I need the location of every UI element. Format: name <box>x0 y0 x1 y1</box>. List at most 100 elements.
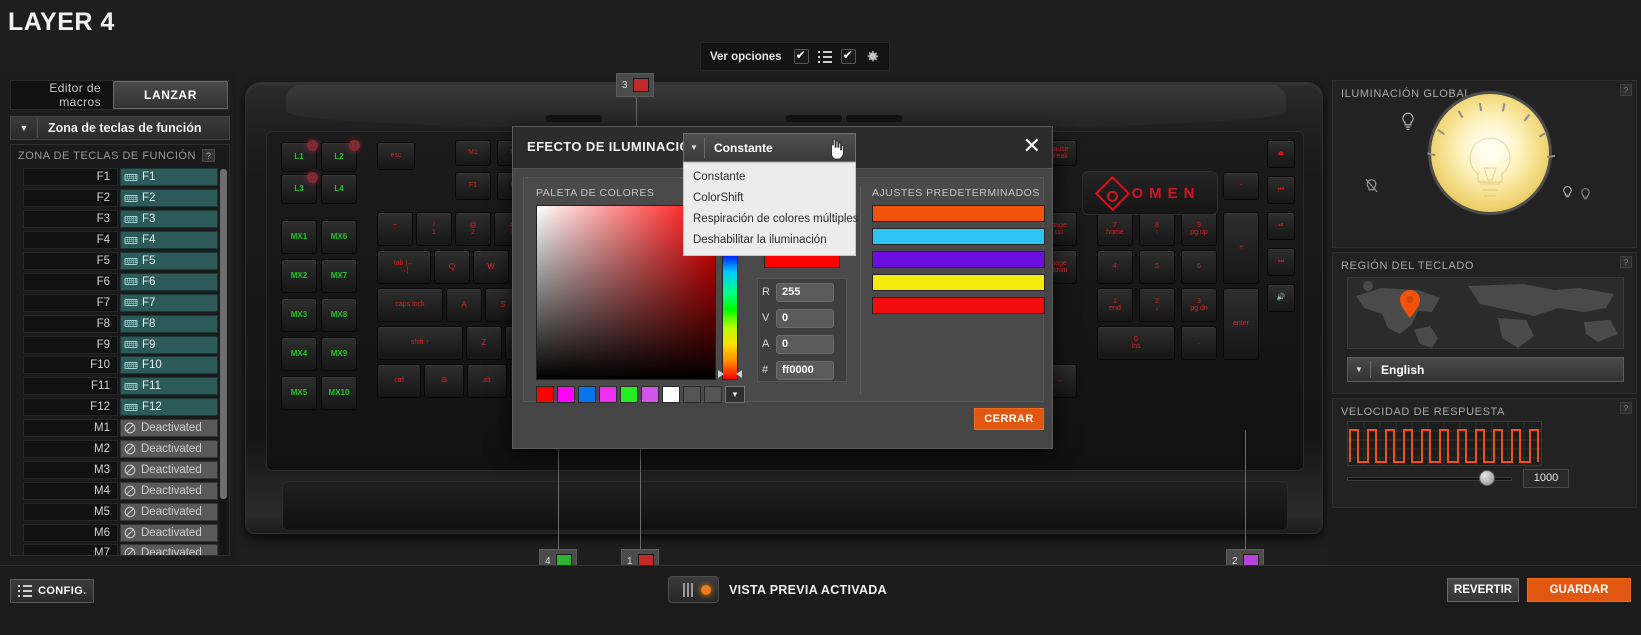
key-row[interactable]: M1Deactivated <box>11 418 229 439</box>
preview-toggle[interactable] <box>668 576 719 603</box>
keyboard-key[interactable]: 4 <box>1097 250 1133 284</box>
keyboard-key[interactable]: ⏏ <box>1267 140 1295 168</box>
keyboard-key[interactable]: MX5 <box>281 376 317 410</box>
view-option-checkbox-1[interactable] <box>794 49 809 64</box>
keyboard-key[interactable]: enter <box>1223 288 1259 360</box>
effect-select[interactable]: ▼ Constante <box>683 133 856 162</box>
keyboard-key[interactable]: 0ins <box>1097 326 1175 360</box>
keyboard-key[interactable]: L4 <box>321 174 357 204</box>
key-row[interactable]: F3F3 <box>11 209 229 230</box>
keyboard-key[interactable]: 1end <box>1097 288 1133 322</box>
key-row[interactable]: F9F9 <box>11 334 229 355</box>
key-row[interactable]: F10F10 <box>11 355 229 376</box>
key-row[interactable]: M5Deactivated <box>11 501 229 522</box>
dropdown-option[interactable]: Respiración de colores múltiples <box>684 209 855 230</box>
keyboard-key[interactable]: MX6 <box>321 220 357 254</box>
key-row[interactable]: F11F11 <box>11 376 229 397</box>
dropdown-option[interactable]: Constante <box>684 167 855 188</box>
keyboard-key[interactable]: 7home <box>1097 212 1133 246</box>
dropdown-option[interactable]: ColorShift <box>684 188 855 209</box>
key-row[interactable]: F1F1 <box>11 167 229 188</box>
keyboard-key[interactable]: ⏭ <box>1267 248 1295 276</box>
color-swatch[interactable] <box>662 386 680 403</box>
keyboard-key[interactable]: W <box>473 250 509 284</box>
help-icon[interactable]: ? <box>202 149 215 162</box>
keyboard-key[interactable]: caps lock <box>377 288 443 322</box>
dropdown-option[interactable]: Deshabilitar la iluminación <box>684 230 855 251</box>
key-assignment[interactable]: F12 <box>120 398 218 416</box>
keyboard-key[interactable]: @2 <box>455 212 491 246</box>
key-assignment[interactable]: Deactivated <box>120 503 218 521</box>
key-row[interactable]: M2Deactivated <box>11 439 229 460</box>
color-swatch[interactable] <box>704 386 722 403</box>
chevron-down-icon[interactable]: ▼ <box>725 386 745 403</box>
dial-face[interactable] <box>1428 91 1552 215</box>
key-row[interactable]: F12F12 <box>11 397 229 418</box>
key-row[interactable]: M3Deactivated <box>11 459 229 480</box>
color-field-input-A[interactable] <box>776 335 834 354</box>
preset-color[interactable] <box>872 228 1045 245</box>
help-icon[interactable]: ? <box>1620 256 1632 268</box>
keyboard-key[interactable]: A <box>446 288 482 322</box>
color-swatch[interactable] <box>578 386 596 403</box>
color-swatch[interactable] <box>620 386 638 403</box>
view-option-checkbox-2[interactable] <box>841 49 856 64</box>
language-select[interactable]: ▼ English <box>1347 357 1624 382</box>
color-swatch[interactable] <box>641 386 659 403</box>
key-assignment[interactable]: F2 <box>120 189 218 207</box>
key-assignment[interactable]: F5 <box>120 252 218 270</box>
key-assignment[interactable]: F10 <box>120 356 218 374</box>
config-button[interactable]: CONFIG. <box>10 579 94 603</box>
color-swatch[interactable] <box>557 386 575 403</box>
revert-button[interactable]: REVERTIR <box>1447 578 1519 602</box>
key-assignment[interactable]: Deactivated <box>120 440 218 458</box>
key-row[interactable]: F6F6 <box>11 271 229 292</box>
keyboard-key[interactable]: F1 <box>455 172 491 200</box>
effect-dropdown-menu[interactable]: ConstanteColorShiftRespiración de colore… <box>683 162 856 256</box>
function-key-zone-header[interactable]: ▼ Zona de teclas de función <box>10 116 230 140</box>
keyboard-key[interactable]: MX9 <box>321 337 357 371</box>
world-map[interactable] <box>1347 277 1624 349</box>
color-swatch[interactable] <box>536 386 554 403</box>
keyboard-key[interactable]: Q <box>434 250 470 284</box>
close-icon[interactable]: ✕ <box>1023 135 1041 157</box>
keyboard-key[interactable]: alt <box>467 364 507 398</box>
keyboard-key[interactable]: MX10 <box>321 376 357 410</box>
keyboard-key[interactable]: 🔊 <box>1267 284 1295 312</box>
keyboard-key[interactable]: MX2 <box>281 259 317 293</box>
key-assignment[interactable]: F11 <box>120 377 218 395</box>
key-row[interactable]: M7Deactivated <box>11 543 229 556</box>
preset-color[interactable] <box>872 251 1045 268</box>
keyboard-key[interactable]: esc <box>377 142 415 170</box>
global-brightness-dial[interactable] <box>1395 105 1585 215</box>
speed-slider-knob[interactable] <box>1479 470 1495 486</box>
key-assignment[interactable]: Deactivated <box>120 461 218 479</box>
keyboard-key[interactable]: MX7 <box>321 259 357 293</box>
preset-color[interactable] <box>872 297 1045 314</box>
zone-tag-3[interactable]: 3 <box>616 73 654 97</box>
keyboard-key[interactable]: shift ↑ <box>377 326 463 360</box>
preset-color[interactable] <box>872 205 1045 222</box>
key-assignment[interactable]: Deactivated <box>120 544 218 556</box>
key-assignment[interactable]: Deactivated <box>120 482 218 500</box>
key-assignment[interactable]: Deactivated <box>120 419 218 437</box>
color-swatch[interactable] <box>683 386 701 403</box>
keyboard-key[interactable]: MX1 <box>281 220 317 254</box>
keyboard-key[interactable]: 3pg dn <box>1181 288 1217 322</box>
preset-color[interactable] <box>872 274 1045 291</box>
color-field-input-R[interactable] <box>776 283 834 302</box>
keyboard-key[interactable]: 9pg up <box>1181 212 1217 246</box>
key-assignment[interactable]: F3 <box>120 210 218 228</box>
keyboard-key[interactable]: . <box>1181 326 1217 360</box>
dialog-close-button[interactable]: CERRAR <box>974 408 1044 430</box>
speed-value[interactable]: 1000 <box>1523 469 1569 488</box>
key-assignment[interactable]: F1 <box>120 168 218 186</box>
keyboard-key[interactable]: 2↓ <box>1139 288 1175 322</box>
keyboard-key[interactable]: ⏮ <box>1267 176 1295 204</box>
key-row[interactable]: M4Deactivated <box>11 480 229 501</box>
lighting-off-icon[interactable] <box>1363 177 1380 194</box>
key-row[interactable]: M6Deactivated <box>11 522 229 543</box>
keyboard-key[interactable]: tab |←→| <box>377 250 431 284</box>
key-assignment[interactable]: F4 <box>120 231 218 249</box>
keyboard-key[interactable]: MX3 <box>281 298 317 332</box>
